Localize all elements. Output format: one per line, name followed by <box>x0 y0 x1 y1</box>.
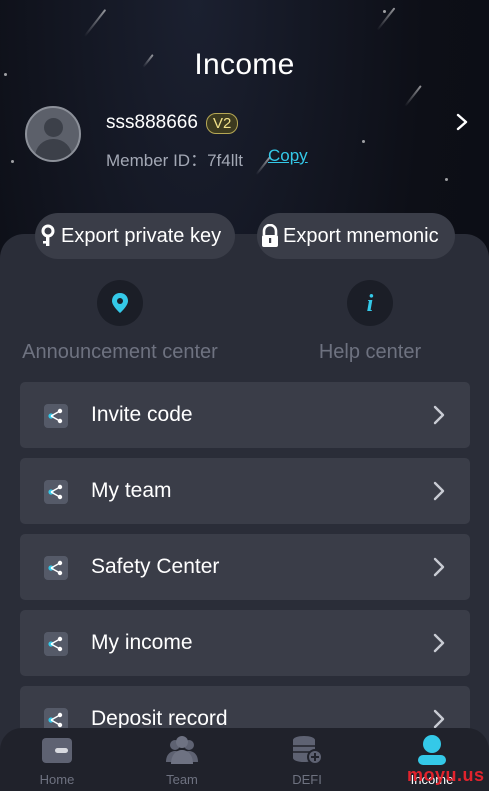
help-center-label: Help center <box>318 341 422 363</box>
chevron-right-icon <box>433 709 445 729</box>
menu-item-invite-code[interactable]: Invite code <box>20 382 470 448</box>
tab-team-label: Team <box>166 772 198 787</box>
share-icon <box>44 632 68 656</box>
export-mnemonic-button[interactable]: Export mnemonic <box>257 213 455 259</box>
username: sss888666 <box>106 112 198 133</box>
level-badge: V2 <box>206 113 239 134</box>
wallet-icon <box>42 738 72 763</box>
chevron-right-icon <box>433 481 445 501</box>
copy-link[interactable]: Copy <box>268 146 308 166</box>
svg-text:i: i <box>367 291 374 316</box>
chevron-right-icon[interactable] <box>455 112 469 132</box>
avatar[interactable] <box>25 106 81 162</box>
menu-item-label: Safety Center <box>91 555 220 578</box>
menu-item-label: My team <box>91 479 172 502</box>
avatar-body <box>35 139 72 160</box>
export-private-key-button[interactable]: Export private key <box>35 213 235 259</box>
background-star <box>11 160 14 163</box>
chevron-right-icon <box>433 557 445 577</box>
menu-item-label: My income <box>91 631 193 654</box>
menu-item-label: Invite code <box>91 403 193 426</box>
announcement-icon-circle <box>97 280 143 326</box>
page-title: Income <box>194 48 295 81</box>
export-private-key-label: Export private key <box>61 224 222 247</box>
member-id: Member ID：7f4llt <box>106 151 243 170</box>
help-icon-circle: i <box>347 280 393 326</box>
announcement-center-button[interactable]: Announcement center <box>0 280 240 364</box>
background-star <box>383 10 386 13</box>
share-icon <box>44 404 68 428</box>
lock-icon <box>262 224 278 247</box>
share-icon <box>44 556 68 580</box>
coins-icon <box>293 736 323 765</box>
menu-item-safety-center[interactable]: Safety Center <box>20 534 470 600</box>
key-icon <box>41 224 55 246</box>
background-streak <box>83 8 107 38</box>
help-center-button[interactable]: i Help center <box>250 280 489 364</box>
location-pin-icon <box>112 293 128 313</box>
menu-item-my-team[interactable]: My team <box>20 458 470 524</box>
background-star <box>445 178 448 181</box>
menu-item-my-income[interactable]: My income <box>20 610 470 676</box>
tab-home-label: Home <box>39 772 75 787</box>
background-streak <box>376 7 396 31</box>
avatar-head <box>44 118 63 137</box>
tab-home[interactable]: Home <box>0 728 118 791</box>
chevron-right-icon <box>433 405 445 425</box>
background-streak <box>404 85 422 107</box>
income-screen: Income sss888666 V2 Member ID：7f4llt Cop… <box>0 0 489 791</box>
profile-card[interactable]: sss888666 V2 Member ID：7f4llt Copy <box>25 106 469 170</box>
info-icon: i <box>367 291 374 316</box>
watermark: moyu.us <box>407 765 485 785</box>
user-icon <box>418 735 446 765</box>
share-icon <box>44 480 68 504</box>
export-mnemonic-label: Export mnemonic <box>283 224 439 247</box>
tab-defi[interactable]: DEFI <box>246 728 368 791</box>
tab-defi-label: DEFI <box>292 772 322 787</box>
chevron-right-icon <box>433 633 445 653</box>
tab-team[interactable]: Team <box>121 728 243 791</box>
team-icon <box>166 736 198 764</box>
announcement-center-label: Announcement center <box>22 341 218 363</box>
